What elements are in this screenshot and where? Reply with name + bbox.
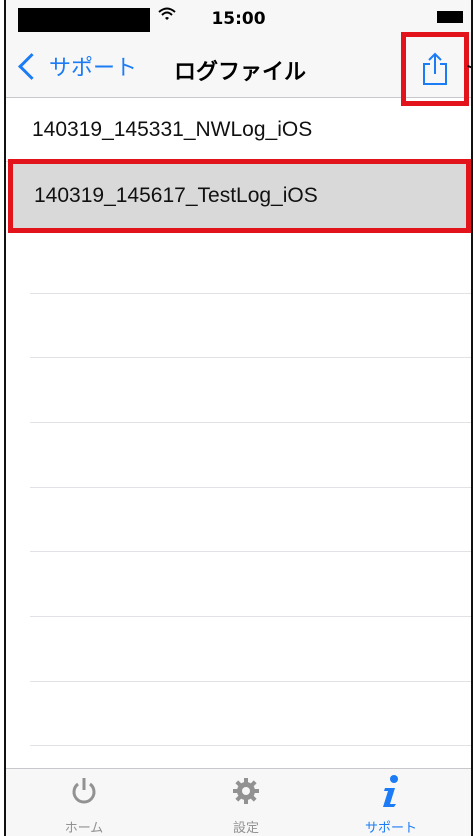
tab-label: サポート [364, 821, 417, 836]
log-file-name: 140319_145617_TestLog_iOS [34, 184, 318, 207]
info-icon [380, 774, 402, 812]
empty-row-separator [30, 745, 471, 746]
log-file-list: 140319_145331_NWLog_iOS 140319_145617_Te… [6, 98, 471, 233]
empty-row-separator [30, 487, 471, 488]
page-title: ログファイル [174, 60, 307, 85]
tab-label: 設定 [232, 821, 259, 836]
share-button[interactable] [401, 32, 469, 106]
navigation-bar: サポート ログファイル [6, 32, 471, 106]
tab-home[interactable]: ホーム [34, 777, 134, 836]
gear-icon [231, 776, 261, 810]
chevron-left-icon [18, 52, 45, 80]
back-button-label: サポート [49, 56, 138, 81]
tab-bar: ホーム 設定 サポート [6, 768, 471, 836]
log-file-name: 140319_145331_NWLog_iOS [32, 117, 313, 141]
empty-row-separator [30, 681, 471, 682]
status-bar: 15:00 [6, 0, 471, 36]
list-item-selected[interactable]: 140319_145617_TestLog_iOS [8, 159, 471, 233]
tab-settings[interactable]: 設定 [196, 777, 296, 836]
status-time: 15:00 [211, 9, 266, 29]
empty-row-separator [30, 422, 471, 423]
power-icon [70, 776, 98, 810]
battery-icon [437, 11, 463, 23]
phone-screen: 15:00 サポート ログファイル 140319_145331_NWLog_iO… [4, 0, 473, 836]
tab-label: ホーム [64, 821, 104, 836]
tab-support[interactable]: サポート [341, 774, 441, 836]
share-icon [422, 52, 448, 86]
list-item[interactable]: 140319_145331_NWLog_iOS [6, 98, 471, 162]
empty-row-separator [30, 551, 471, 552]
back-button[interactable]: サポート [16, 46, 137, 86]
empty-row-separator [30, 357, 471, 358]
empty-row-separator [30, 293, 471, 294]
empty-row-separator [30, 616, 471, 617]
